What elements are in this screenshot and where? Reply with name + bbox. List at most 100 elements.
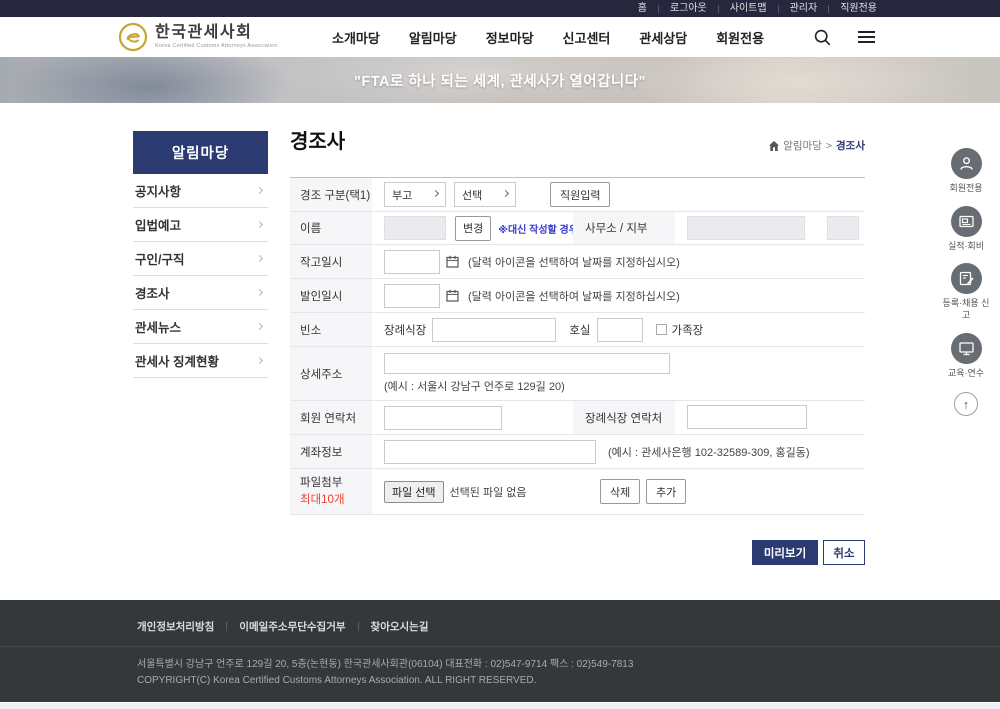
- sidebar-item-label: 입법예고: [135, 215, 181, 234]
- member-contact-input[interactable]: [384, 406, 502, 430]
- sidebar-item-label: 관세사 징계현황: [135, 351, 219, 370]
- sidebar-item-legislation[interactable]: 입법예고: [133, 208, 268, 242]
- funeral-date-input[interactable]: [384, 284, 440, 308]
- add-file-button[interactable]: 추가: [646, 479, 686, 504]
- chevron-right-icon: [256, 187, 263, 194]
- footer-link-directions[interactable]: 찾아오시는길: [371, 619, 429, 634]
- office-branch-label: 사무소 / 지부: [573, 212, 675, 244]
- address-input[interactable]: [384, 353, 670, 374]
- edit-document-icon: [951, 263, 982, 294]
- logo-subtitle: Korea Certified Customs Attorneys Associ…: [155, 43, 278, 49]
- name-input[interactable]: [384, 216, 446, 240]
- quickmenu-members[interactable]: 회원전용: [940, 148, 992, 195]
- utility-link-logout[interactable]: 로그아웃: [659, 0, 718, 17]
- sidebar-item-discipline[interactable]: 관세사 징계현황: [133, 344, 268, 378]
- file-attach-label: 파일첨부: [300, 475, 342, 491]
- utility-link-sitemap[interactable]: 사이트맵: [719, 0, 778, 17]
- nav-item-notice[interactable]: 알림마당: [409, 28, 457, 47]
- preview-button[interactable]: 미리보기: [752, 540, 818, 565]
- selected-value: 부고: [392, 187, 412, 203]
- delete-file-button[interactable]: 삭제: [600, 479, 640, 504]
- name-label: 이름: [290, 212, 372, 244]
- utility-link-home[interactable]: 홈: [627, 0, 658, 17]
- calendar-icon[interactable]: [446, 255, 459, 268]
- person-icon: [951, 148, 982, 179]
- hero-banner: "FTA로 하나 되는 세계, 관세사가 열어갑니다": [0, 57, 1000, 103]
- home-icon[interactable]: [769, 141, 779, 151]
- sidebar-item-notices[interactable]: 공지사항: [133, 174, 268, 208]
- quickmenu-label: 회원전용: [940, 183, 992, 195]
- account-input[interactable]: [384, 440, 596, 464]
- chevron-right-icon: [256, 289, 263, 296]
- scroll-top-button[interactable]: ↑: [954, 392, 978, 416]
- change-button[interactable]: 변경: [455, 216, 491, 241]
- search-icon[interactable]: [814, 29, 831, 46]
- death-date-label: 작고일시: [290, 245, 372, 278]
- divider: [358, 622, 359, 631]
- chevron-down-icon: [502, 190, 509, 197]
- card-icon: [951, 206, 982, 237]
- chevron-down-icon: [432, 190, 439, 197]
- quickmenu-education[interactable]: 교육·연수: [940, 333, 992, 380]
- family-funeral-checkbox[interactable]: [656, 324, 667, 335]
- divider: [226, 622, 227, 631]
- footer-link-privacy[interactable]: 개인정보처리방침: [137, 619, 214, 634]
- logo-icon: [118, 22, 148, 52]
- quickmenu-label: 교육·연수: [940, 368, 992, 380]
- office-input[interactable]: [687, 216, 805, 240]
- hall-contact-label: 장례식장 연락처: [573, 401, 675, 434]
- sidebar-item-jobs[interactable]: 구인/구직: [133, 242, 268, 276]
- content: 알림마당 공지사항 입법예고 구인/구직 경조사 관세뉴스 관세사 징계현황: [0, 103, 1000, 565]
- footer-link-email-refusal[interactable]: 이메일주소무단수집거부: [239, 619, 345, 634]
- cancel-button[interactable]: 취소: [823, 540, 865, 565]
- hall-contact-input[interactable]: [687, 405, 807, 429]
- utility-link-staff[interactable]: 직원전용: [829, 0, 888, 17]
- file-select-button[interactable]: 파일 선택: [384, 481, 444, 503]
- category-detail-select[interactable]: 선택: [454, 182, 516, 207]
- address-example-note: (예시 : 서울시 강남구 언주로 129길 20): [384, 378, 565, 394]
- calendar-icon[interactable]: [446, 289, 459, 302]
- date-help-note: (달력 아이콘을 선택하여 날짜를 지정하십시오): [468, 288, 680, 304]
- sidebar-item-family-events[interactable]: 경조사: [133, 276, 268, 310]
- nav-item-info[interactable]: 정보마당: [486, 28, 534, 47]
- category-type-select[interactable]: 부고: [384, 182, 446, 207]
- footer-links: 개인정보처리방침 이메일주소무단수집거부 찾아오시는길: [137, 619, 1000, 634]
- sidebar-item-label: 경조사: [135, 283, 170, 302]
- selected-value: 선택: [462, 187, 482, 203]
- menu-icon[interactable]: [858, 28, 875, 47]
- nav-item-consult[interactable]: 관세상담: [639, 28, 687, 47]
- quickmenu-label: 실적·회비: [940, 241, 992, 253]
- sidebar: 알림마당 공지사항 입법예고 구인/구직 경조사 관세뉴스 관세사 징계현황: [133, 131, 268, 565]
- header: 한국관세사회 Korea Certified Customs Attorneys…: [0, 17, 1000, 57]
- quickmenu-registration-report[interactable]: 등록·채용 신고: [940, 263, 992, 321]
- family-funeral-label: 가족장: [672, 322, 704, 338]
- chevron-right-icon: [256, 357, 263, 364]
- branch-input[interactable]: [827, 216, 859, 240]
- sidebar-item-customs-news[interactable]: 관세뉴스: [133, 310, 268, 344]
- event-form: 경조 구분(택1) 부고 선택 직원입력 이름: [290, 177, 865, 515]
- page-bottom-strip: [0, 702, 1000, 709]
- death-date-input[interactable]: [384, 250, 440, 274]
- chevron-right-icon: [256, 323, 263, 330]
- logo[interactable]: 한국관세사회 Korea Certified Customs Attorneys…: [118, 22, 286, 52]
- quickmenu-performance-dues[interactable]: 실적·회비: [940, 206, 992, 253]
- nav-item-intro[interactable]: 소개마당: [332, 28, 380, 47]
- category-label: 경조 구분(택1): [290, 178, 372, 211]
- breadcrumb: 알림마당 > 경조사: [769, 138, 865, 153]
- footer-copyright: COPYRIGHT(C) Korea Certified Customs Att…: [137, 673, 1000, 689]
- room-input[interactable]: [597, 318, 643, 342]
- funeral-hall-input[interactable]: [432, 318, 556, 342]
- quickmenu-label: 등록·채용 신고: [940, 298, 992, 321]
- nav-item-members[interactable]: 회원전용: [716, 28, 764, 47]
- staff-input-button[interactable]: 직원입력: [550, 182, 610, 207]
- nav-item-report[interactable]: 신고센터: [563, 28, 611, 47]
- funeral-hall-label: 장례식장: [384, 322, 426, 338]
- room-label: 호실: [569, 322, 590, 338]
- utility-link-admin[interactable]: 관리자: [779, 0, 829, 17]
- utility-bar: 홈 로그아웃 사이트맵 관리자 직원전용: [0, 0, 1000, 17]
- form-actions: 미리보기 취소: [290, 540, 865, 565]
- footer-address-block: 서울특별시 강남구 언주로 129길 20, 5층(논현동) 한국관세사회관(0…: [137, 657, 1000, 688]
- breadcrumb-section[interactable]: 알림마당: [783, 138, 822, 153]
- breadcrumb-separator: >: [826, 140, 832, 152]
- date-help-note: (달력 아이콘을 선택하여 날짜를 지정하십시오): [468, 254, 680, 270]
